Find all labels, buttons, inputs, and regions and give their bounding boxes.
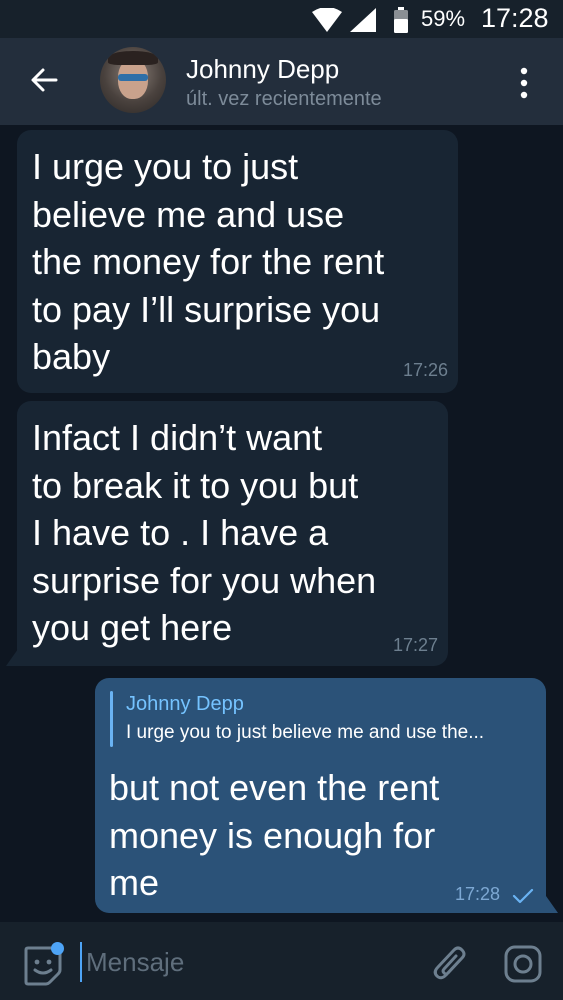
bubble-tail [6,649,18,666]
incoming-message[interactable]: I urge you to just believe me and use th… [17,130,458,393]
more-options-icon[interactable] [517,66,531,100]
status-bar: 59% 17:28 [0,0,563,38]
avatar[interactable] [100,47,166,113]
bubble-tail [546,896,558,913]
reply-preview[interactable]: I urge you to just believe me and use th… [126,722,484,744]
last-seen-status: últ. vez recientemente [186,88,382,110]
wifi-icon [312,8,342,32]
message-list[interactable]: I urge you to just believe me and use th… [0,125,563,922]
message-time: 17:28 [454,884,500,904]
sent-check-icon [512,888,534,904]
message-input[interactable] [80,942,406,982]
reply-author[interactable]: Johnny Depp [126,693,244,716]
contact-name[interactable]: Johnny Depp [186,54,339,85]
reply-quote-bar [110,691,113,747]
incoming-message[interactable]: Infact I didn’t want to break it to you … [17,401,448,666]
battery-icon [394,7,408,33]
chat-header: Johnny Depp últ. vez recientemente [0,38,563,125]
status-time: 17:28 [481,3,549,33]
camera-icon[interactable] [503,944,543,984]
composer-bar [0,922,563,1000]
message-time: 17:27 [392,635,438,655]
outgoing-message[interactable]: Johnny Depp I urge you to just believe m… [95,678,546,913]
battery-percent: 59% [421,6,466,31]
signal-icon [350,8,376,32]
back-arrow-icon[interactable] [28,64,60,96]
message-text: Infact I didn’t want to break it to you … [32,417,377,648]
message-text: but not even the rent money is enough fo… [109,767,440,903]
notification-dot [51,942,64,955]
paperclip-attach-icon[interactable] [430,942,470,986]
message-text: I urge you to just believe me and use th… [32,146,385,377]
message-time: 17:26 [402,360,448,380]
